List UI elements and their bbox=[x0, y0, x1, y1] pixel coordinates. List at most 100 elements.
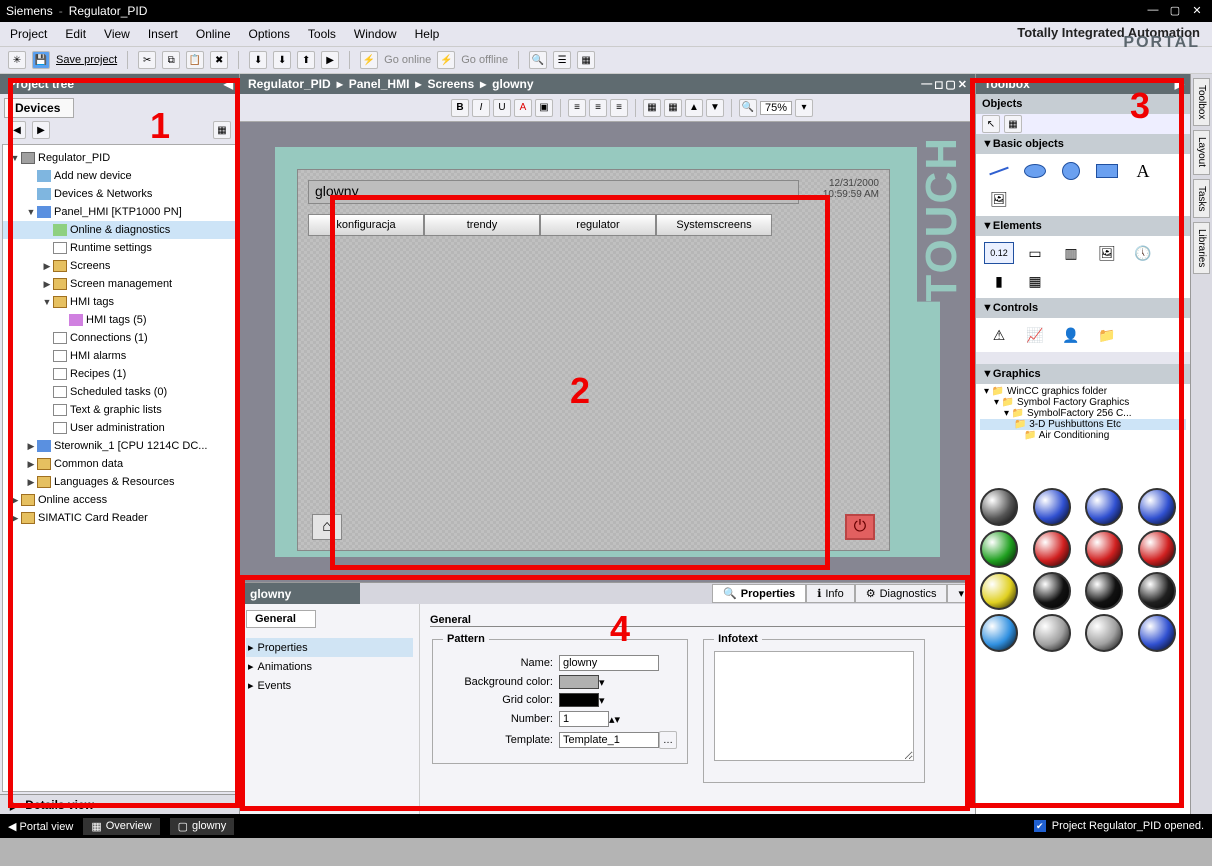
devices-tab[interactable]: Devices bbox=[4, 98, 74, 118]
menu-view[interactable]: View bbox=[104, 27, 130, 41]
inspector-collapse-icon[interactable]: ▾ bbox=[947, 584, 975, 603]
symbolic-io-tool[interactable]: ▥ bbox=[1056, 242, 1086, 264]
new-project-icon[interactable]: ✳ bbox=[8, 51, 26, 69]
pointer-tool-icon[interactable]: ↖ bbox=[982, 115, 1000, 133]
hmi-button-systemscreens[interactable]: Systemscreens bbox=[656, 214, 772, 236]
graphic-thumbnail[interactable] bbox=[1033, 614, 1071, 652]
recipe-view-tool[interactable]: 📁 bbox=[1092, 324, 1122, 346]
save-project-label[interactable]: Save project bbox=[56, 54, 117, 66]
graphics-tree-node[interactable]: ▾ 📁 WinCC graphics folder bbox=[980, 386, 1186, 397]
screen-title-field[interactable]: glowny bbox=[308, 180, 799, 204]
sidetab-toolbox[interactable]: Toolbox bbox=[1193, 78, 1210, 126]
align-left-icon[interactable]: ≡ bbox=[568, 99, 586, 117]
graphics-tree-node[interactable]: ▾ 📁 SymbolFactory 256 C... bbox=[980, 408, 1186, 419]
graphics-tree-node[interactable]: 📁 3-D Pushbuttons Etc bbox=[980, 419, 1186, 430]
tree-node[interactable]: ▼Regulator_PID bbox=[3, 149, 236, 167]
graphic-thumbnail[interactable] bbox=[980, 572, 1018, 610]
close-editor-icon[interactable]: ✕ bbox=[958, 78, 967, 91]
graphics-tree-node[interactable]: 📁 Air Conditioning bbox=[980, 430, 1186, 441]
graphic-thumbnail[interactable] bbox=[1085, 614, 1123, 652]
restore-editor-icon[interactable]: ◻ bbox=[934, 78, 943, 91]
hmi-button-konfiguracja[interactable]: konfiguracja bbox=[308, 214, 424, 236]
bold-icon[interactable]: B bbox=[451, 99, 469, 117]
graphic-io-tool[interactable]: 🖼 bbox=[1092, 242, 1122, 264]
tree-node[interactable]: User administration bbox=[3, 419, 236, 437]
screen-canvas[interactable]: glowny 12/31/200010:59:59 AM konfiguracj… bbox=[240, 122, 975, 582]
graphic-thumbnail[interactable] bbox=[1033, 572, 1071, 610]
tree-node[interactable]: ▶Screens bbox=[3, 257, 236, 275]
tree-node[interactable]: ▶Common data bbox=[3, 455, 236, 473]
portal-view-button[interactable]: ◀ Portal view bbox=[8, 820, 73, 833]
details-view-header[interactable]: ▶ Details view bbox=[0, 794, 239, 814]
sidetab-libraries[interactable]: Libraries bbox=[1193, 222, 1210, 274]
tree-node[interactable]: Runtime settings bbox=[3, 239, 236, 257]
tree-fwd-icon[interactable]: ▶ bbox=[32, 121, 50, 139]
trend-view-tool[interactable]: 📈 bbox=[1020, 324, 1050, 346]
download-icon[interactable]: ⬇ bbox=[273, 51, 291, 69]
layout-icon[interactable]: ▦ bbox=[577, 51, 595, 69]
compile-icon[interactable]: ⬇ bbox=[249, 51, 267, 69]
button-tool[interactable]: ▭ bbox=[1020, 242, 1050, 264]
tree-node[interactable]: ▶Online access bbox=[3, 491, 236, 509]
graphic-thumbnail[interactable] bbox=[1085, 572, 1123, 610]
screen-tab[interactable]: ▢ glowny bbox=[170, 818, 235, 835]
minimize-icon[interactable]: — bbox=[1144, 4, 1162, 18]
go-online-label[interactable]: Go online bbox=[384, 54, 431, 66]
paste-icon[interactable]: 📋 bbox=[186, 51, 204, 69]
datetime-tool[interactable]: 🕔 bbox=[1128, 242, 1158, 264]
general-tab[interactable]: General bbox=[246, 610, 316, 628]
browse-icon[interactable]: … bbox=[659, 731, 677, 749]
breadcrumb-item[interactable]: Screens bbox=[427, 77, 474, 91]
io-field-tool[interactable]: 0.12 bbox=[984, 242, 1014, 264]
graphic-thumbnail[interactable] bbox=[980, 614, 1018, 652]
tab-properties[interactable]: 🔍 Properties bbox=[712, 584, 806, 603]
search-icon[interactable]: 🔍 bbox=[529, 51, 547, 69]
graphics-tree[interactable]: ▾ 📁 WinCC graphics folder▾ 📁 Symbol Fact… bbox=[976, 384, 1190, 484]
graphic-thumbnail[interactable] bbox=[980, 530, 1018, 568]
zoom-in-icon[interactable]: 🔍 bbox=[739, 99, 757, 117]
collapse-left-icon[interactable]: ◀ bbox=[224, 77, 233, 91]
graphic-thumbnail[interactable] bbox=[1138, 530, 1176, 568]
graphic-thumbnail[interactable] bbox=[1138, 614, 1176, 652]
tab-info[interactable]: ℹ Info bbox=[806, 584, 855, 603]
maximize-editor-icon[interactable]: ▢ bbox=[945, 78, 955, 91]
tree-node[interactable]: ▶Screen management bbox=[3, 275, 236, 293]
delete-icon[interactable]: ✖ bbox=[210, 51, 228, 69]
project-tree[interactable]: ▼Regulator_PIDAdd new deviceDevices & Ne… bbox=[2, 144, 237, 792]
grid-color-swatch[interactable] bbox=[559, 693, 599, 707]
collapse-right-icon[interactable]: ▶ bbox=[1175, 77, 1184, 91]
menu-help[interactable]: Help bbox=[415, 27, 440, 41]
infotext-textarea[interactable] bbox=[714, 651, 914, 761]
name-input[interactable] bbox=[559, 655, 659, 671]
graphics-header[interactable]: ▼ Graphics bbox=[976, 364, 1190, 384]
user-view-tool[interactable]: 👤 bbox=[1056, 324, 1086, 346]
zoom-value[interactable]: 75% bbox=[760, 101, 792, 115]
obj-align-icon[interactable]: ▦ bbox=[643, 99, 661, 117]
spinner-icon[interactable]: ▴▾ bbox=[609, 713, 620, 726]
menu-options[interactable]: Options bbox=[249, 27, 290, 41]
save-icon[interactable]: 💾 bbox=[32, 51, 50, 69]
minimize-editor-icon[interactable]: — bbox=[921, 78, 932, 91]
go-offline-label[interactable]: Go offline bbox=[461, 54, 508, 66]
cut-icon[interactable]: ✂ bbox=[138, 51, 156, 69]
tree-back-icon[interactable]: ◀ bbox=[8, 121, 26, 139]
tree-node[interactable]: HMI tags (5) bbox=[3, 311, 236, 329]
tree-node[interactable]: Devices & Networks bbox=[3, 185, 236, 203]
tree-node[interactable]: Online & diagnostics bbox=[3, 221, 236, 239]
power-icon[interactable]: ⏻ bbox=[845, 514, 875, 540]
close-icon[interactable]: ✕ bbox=[1188, 4, 1206, 18]
breadcrumb-item[interactable]: Regulator_PID bbox=[248, 77, 331, 91]
tree-node[interactable]: ▶SIMATIC Card Reader bbox=[3, 509, 236, 527]
xref-icon[interactable]: ☰ bbox=[553, 51, 571, 69]
upload-icon[interactable]: ⬆ bbox=[297, 51, 315, 69]
tree-node[interactable]: ▶Sterownik_1 [CPU 1214C DC... bbox=[3, 437, 236, 455]
hmi-button-trendy[interactable]: trendy bbox=[424, 214, 540, 236]
fill-color-icon[interactable]: ▣ bbox=[535, 99, 553, 117]
events-category[interactable]: ▸ Events bbox=[246, 676, 413, 695]
graphic-thumbnail[interactable] bbox=[1085, 488, 1123, 526]
switch-tool[interactable]: ▦ bbox=[1020, 270, 1050, 292]
sidetab-tasks[interactable]: Tasks bbox=[1193, 179, 1210, 219]
maximize-icon[interactable]: ▢ bbox=[1166, 4, 1184, 18]
graphic-thumbnail[interactable] bbox=[980, 488, 1018, 526]
zoom-dropdown-icon[interactable]: ▾ bbox=[795, 99, 813, 117]
